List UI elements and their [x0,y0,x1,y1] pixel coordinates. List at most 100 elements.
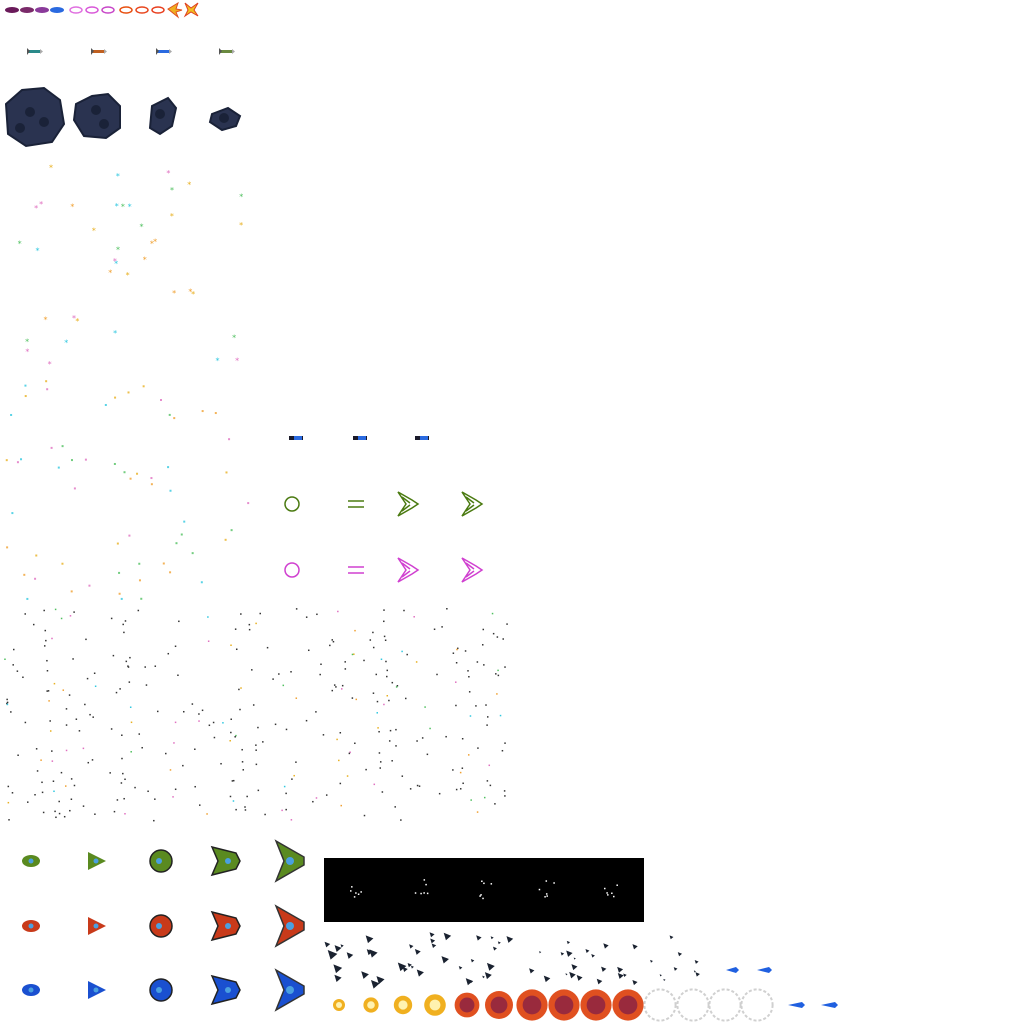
dot-sprite [266,646,269,649]
dot-sprite [495,673,497,675]
star-dot-sprite [191,552,194,555]
dot-sprite [65,724,68,726]
dot-sprite [206,813,208,815]
dot-sprite [481,644,484,646]
debris-shard-sprite [566,940,571,945]
dot-sprite [461,767,464,769]
dot-sprite [116,799,119,801]
enemy-ship-eye [286,986,294,994]
dot-sprite [283,785,286,788]
star-sprite: * [43,315,47,324]
dot-sprite [456,648,458,651]
panel-spark-sprite [351,886,353,888]
star-sprite: * [170,212,174,221]
dot-sprite [242,769,245,771]
dot-sprite [240,687,242,689]
star-dot-sprite [201,410,204,413]
dot-sprite [315,797,318,799]
dot-sprite [235,648,238,651]
missile-tip [169,49,172,54]
dot-sprite [376,712,379,714]
dot-sprite [295,697,298,699]
dot-sprite [383,620,385,623]
dot-sprite [248,628,251,631]
bolt-sprite [20,7,34,13]
dot-sprite [426,753,429,756]
debris-shard-sprite [693,970,696,973]
star-dot-sprite [116,542,119,545]
dot-sprite [93,672,96,675]
missile-tip [40,49,43,54]
enemy-ship-eye [93,923,99,929]
enemy-ship-eye [28,858,34,864]
black-panel [324,858,644,922]
dot-sprite [379,761,382,763]
debris-shard-sprite [529,968,535,974]
dot-sprite [470,799,472,801]
dot-sprite [344,668,347,670]
debris-shard-sprite [369,949,378,958]
dot-sprite [445,735,447,738]
star-sprite: * [128,202,132,211]
dot-sprite [194,785,196,788]
dot-sprite [380,658,383,661]
dot-sprite [248,623,251,626]
dot-sprite [128,681,131,683]
dot-sprite [182,710,185,713]
dot-sprite [483,796,486,799]
dot-sprite [244,806,246,808]
dot-sprite [391,760,393,762]
dot-sprite [48,700,50,702]
debris-shard-sprite [650,959,653,963]
dot-sprite [373,783,376,786]
dot-sprite [6,698,8,701]
debris-shard-sprite [334,974,342,983]
ring-sprite [85,6,99,14]
missile-sprite [28,50,40,53]
dot-sprite [212,721,215,724]
dot-sprite [416,740,418,742]
dot-sprite [295,761,297,763]
dot-sprite [278,673,280,675]
asteroid-crater [219,113,229,123]
dot-sprite [379,767,381,769]
dot-sprite [147,790,149,793]
debris-shard-sprite [669,935,674,940]
explosion-smoke [522,995,542,1015]
dot-sprite [24,721,27,724]
explosion-core [367,1001,375,1009]
dot-sprite [137,609,140,612]
star-dot-sprite [168,413,171,416]
dot-sprite [331,639,334,641]
dot-sprite [201,709,204,712]
panel-spark-sprite [425,883,427,886]
debris-shard-sprite [346,952,354,959]
dot-sprite [329,644,331,647]
panel-spark-sprite [616,884,618,886]
dot-sprite [129,706,132,708]
star-sprite: * [49,164,53,173]
asteroid-crater [25,107,35,117]
enemy-ship-eye [93,987,99,993]
debris-shard-sprite [506,936,514,943]
star-dot-sprite [230,529,233,532]
star-dot-sprite [180,533,183,536]
dot-sprite [124,778,126,781]
dot-sprite [174,788,177,791]
debris-shard-sprite [677,952,683,957]
dot-sprite [395,686,398,688]
dot-sprite [55,816,57,819]
dot-sprite [154,798,156,800]
dot-sprite [251,669,253,671]
dot-sprite [10,711,12,713]
star-sprite: * [92,227,96,236]
star-sprite: * [48,360,52,369]
dot-sprite [60,771,63,774]
star-dot-sprite [136,472,139,475]
dot-sprite [293,774,295,777]
debris-shard-sprite [324,941,331,948]
spark-burst-sprite [183,2,199,18]
dot-sprite [49,730,52,732]
star-sprite: * [232,334,236,343]
shield-wing-sprite [461,557,484,583]
